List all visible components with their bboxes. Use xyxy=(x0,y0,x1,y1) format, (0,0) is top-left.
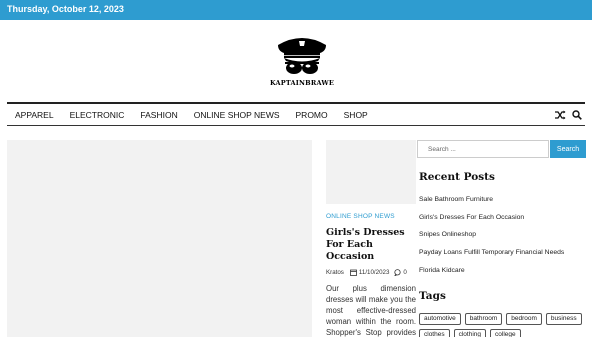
tag-cloud: automotive bathroom bedroom business clo… xyxy=(419,313,591,337)
recent-post-link[interactable]: Florida Kidcare xyxy=(419,267,589,285)
calendar-icon xyxy=(349,269,357,276)
site-logo[interactable]: KAPTAINBRAWE xyxy=(262,33,342,91)
nav-item-promo[interactable]: PROMO xyxy=(296,110,328,120)
nav-item-online-shop-news[interactable]: ONLINE SHOP NEWS xyxy=(194,110,280,120)
post-meta: Kratos 11/10/2023 0 xyxy=(326,269,416,276)
tag-link[interactable]: business xyxy=(545,313,582,325)
recent-posts-list: Sale Bathroom Furniture Girls's Dresses … xyxy=(419,196,589,284)
nav-item-electronic[interactable]: ELECTRONIC xyxy=(70,110,125,120)
tag-link[interactable]: clothing xyxy=(453,329,487,337)
shuffle-icon[interactable] xyxy=(555,110,566,120)
search-icon[interactable] xyxy=(572,110,582,120)
nav-item-apparel[interactable]: APPAREL xyxy=(15,110,54,120)
captain-hat-sunglasses-icon xyxy=(278,38,326,74)
search-input[interactable] xyxy=(417,140,549,158)
recent-post-link[interactable]: Snipes Onlineshop xyxy=(419,231,589,249)
main-navigation: APPAREL ELECTRONIC FASHION ONLINE SHOP N… xyxy=(7,102,585,126)
post-excerpt: Our plus dimension dresses will make you… xyxy=(326,284,416,337)
recent-post-link[interactable]: Girls's Dresses For Each Occasion xyxy=(419,214,589,232)
post-category-link[interactable]: ONLINE SHOP NEWS xyxy=(326,213,416,220)
current-date: Thursday, October 12, 2023 xyxy=(7,4,124,14)
site-title: KAPTAINBRAWE xyxy=(269,79,335,87)
tag-link[interactable]: clothes xyxy=(419,329,450,337)
nav-item-shop[interactable]: SHOP xyxy=(344,110,368,120)
tags-heading: Tags xyxy=(419,290,446,302)
recent-posts-heading: Recent Posts xyxy=(419,171,495,183)
recent-post-link[interactable]: Sale Bathroom Furniture xyxy=(419,196,589,214)
top-bar: Thursday, October 12, 2023 xyxy=(0,0,592,20)
tag-link[interactable]: bedroom xyxy=(506,313,542,325)
recent-post-link[interactable]: Payday Loans Fulfill Temporary Financial… xyxy=(419,249,589,267)
tag-link[interactable]: bathroom xyxy=(464,313,503,325)
post-thumbnail-placeholder[interactable] xyxy=(326,140,416,204)
post-author[interactable]: Kratos xyxy=(326,269,344,276)
nav-item-fashion[interactable]: FASHION xyxy=(140,110,177,120)
post-comment-count[interactable]: 0 xyxy=(403,269,406,276)
tag-link[interactable]: automotive xyxy=(419,313,461,325)
comment-icon xyxy=(394,269,402,276)
post-card: ONLINE SHOP NEWS Girls's Dresses For Eac… xyxy=(326,213,416,337)
featured-image-placeholder[interactable] xyxy=(7,140,312,337)
post-date[interactable]: 11/10/2023 xyxy=(359,269,390,276)
tag-link[interactable]: college xyxy=(490,329,521,337)
search-button[interactable]: Search xyxy=(550,140,586,158)
post-title-link[interactable]: Girls's Dresses For Each Occasion xyxy=(326,227,416,263)
